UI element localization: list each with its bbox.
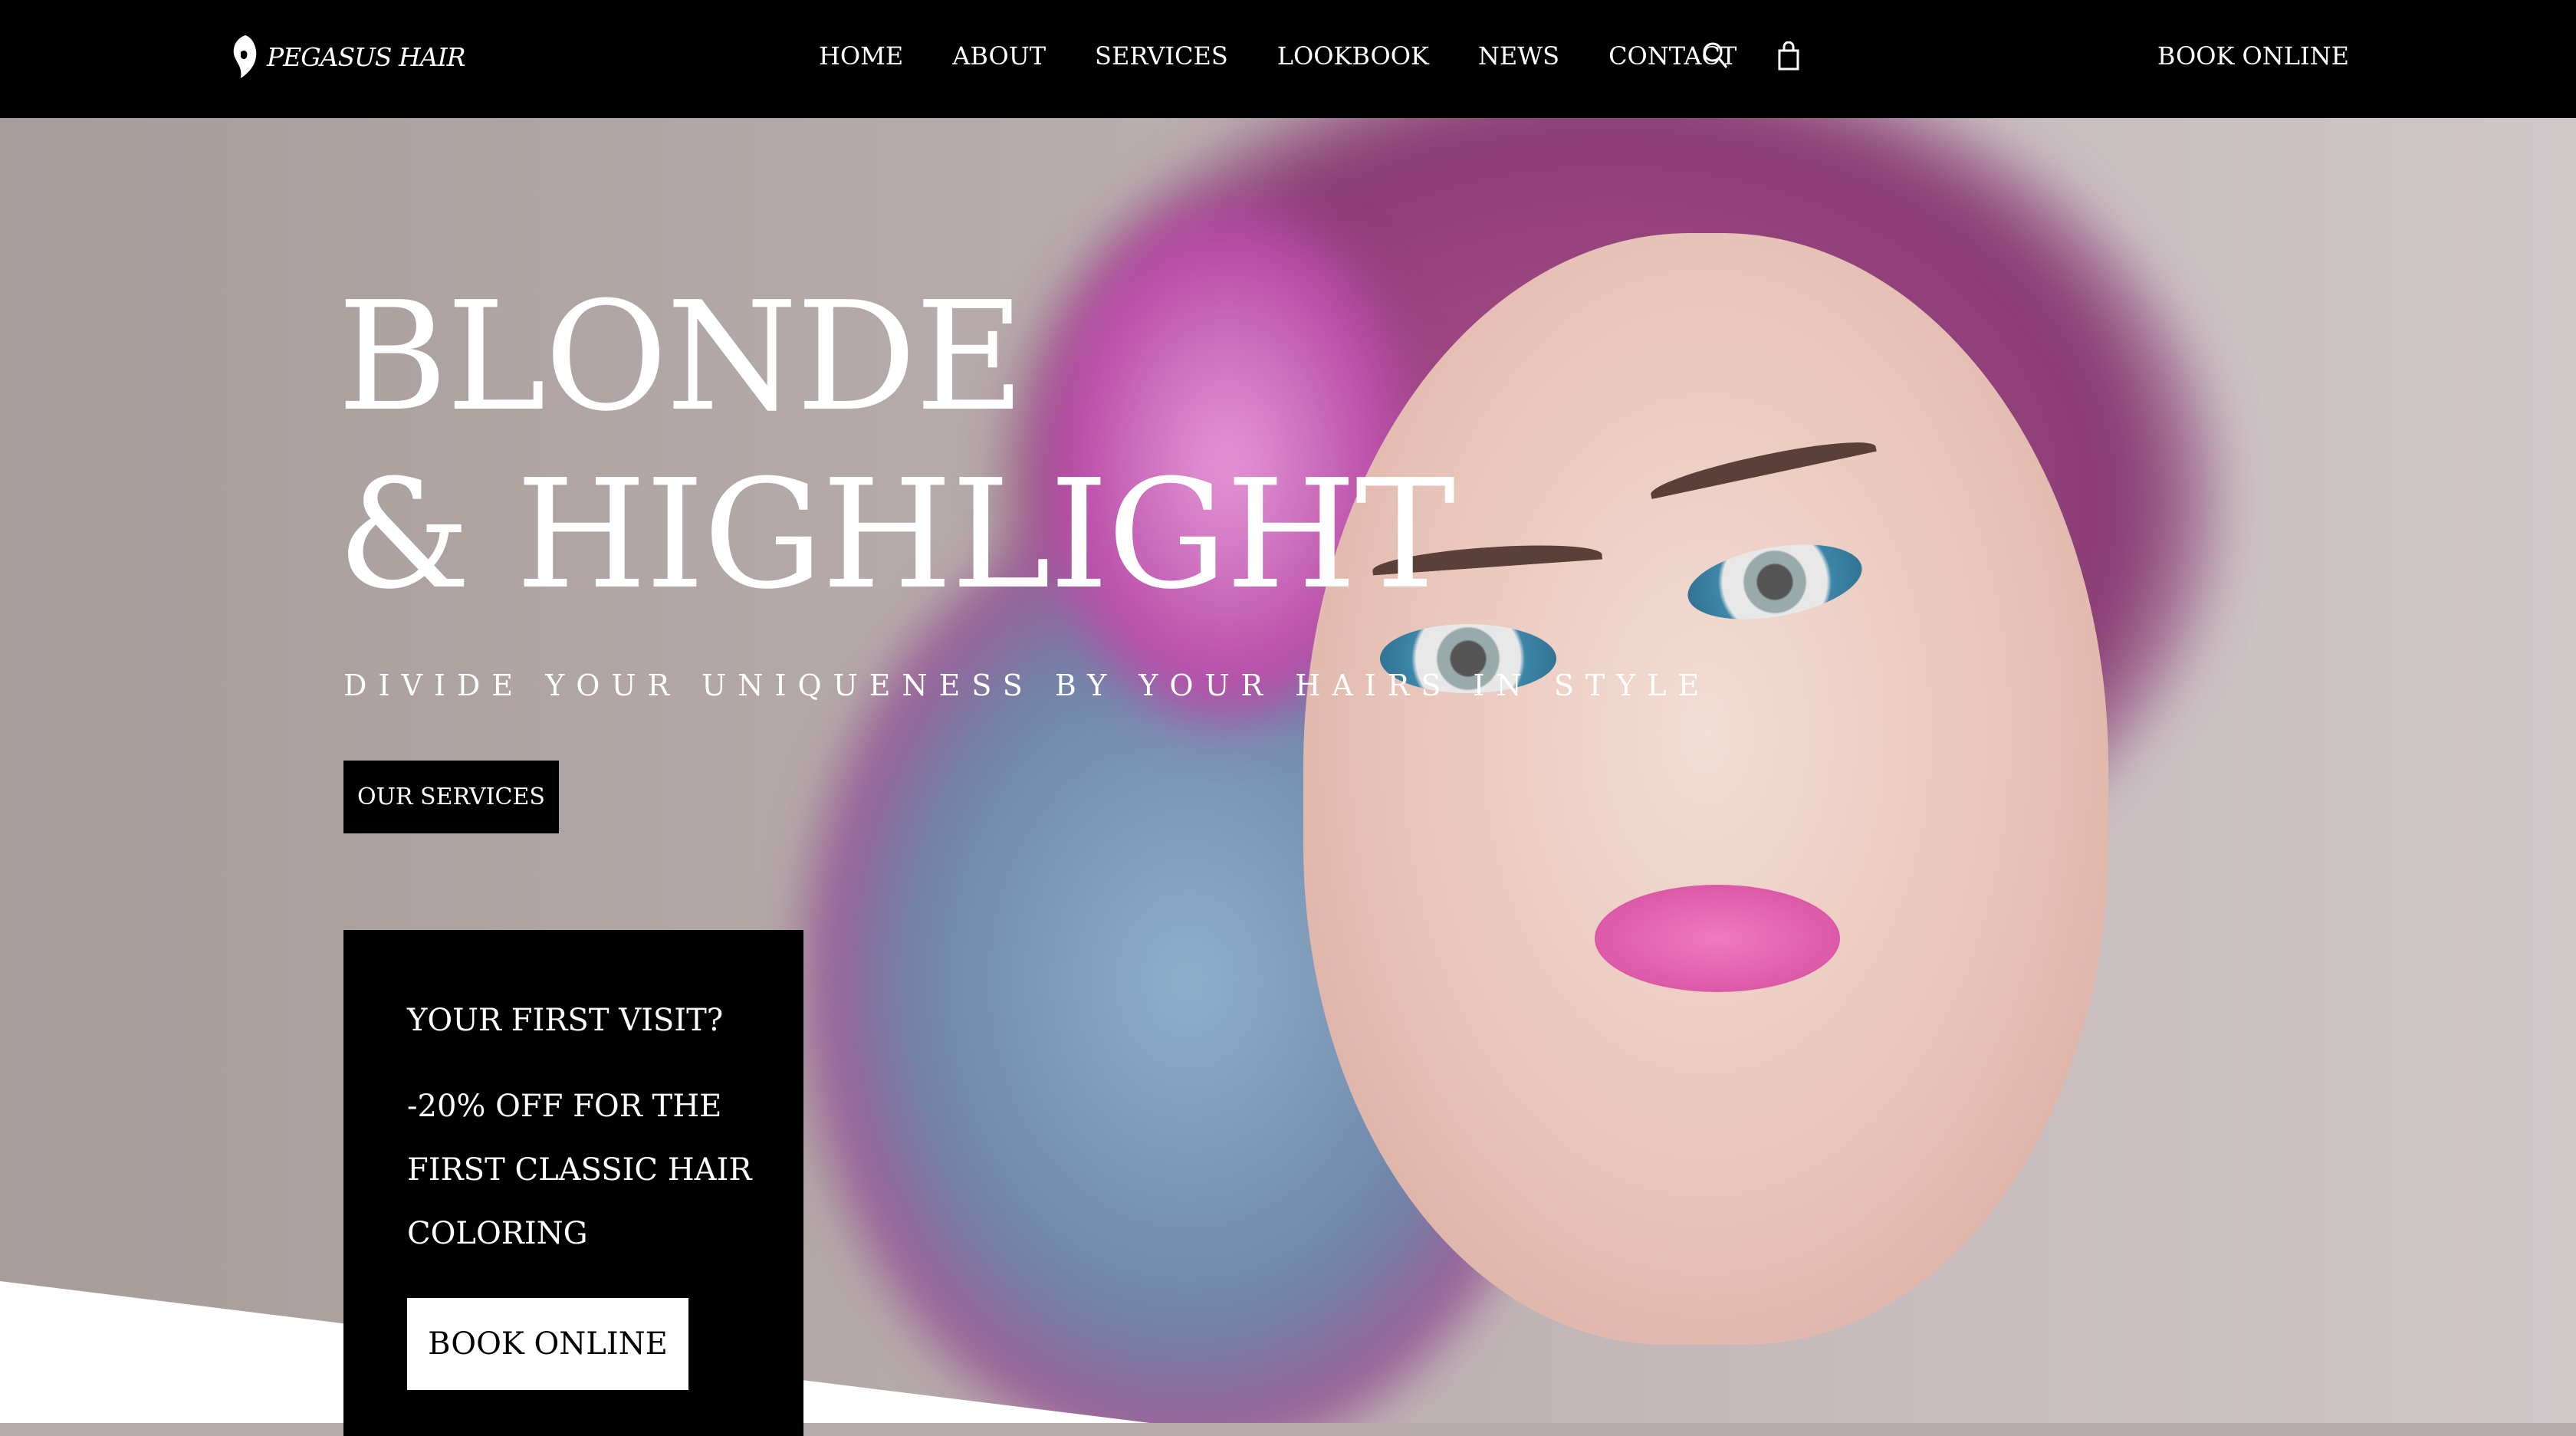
logo[interactable]: PEGASUS HAIR bbox=[230, 34, 465, 80]
nav-services[interactable]: SERVICES bbox=[1095, 41, 1228, 71]
nav-news[interactable]: NEWS bbox=[1478, 41, 1559, 71]
search-icon[interactable] bbox=[1702, 41, 1730, 72]
promo-line: -20% OFF FOR THE bbox=[407, 1089, 722, 1124]
nav-about[interactable]: ABOUT bbox=[952, 41, 1046, 71]
nav-home[interactable]: HOME bbox=[819, 41, 903, 71]
promo-line: FIRST CLASSIC HAIR bbox=[407, 1152, 752, 1188]
lips bbox=[1595, 885, 1840, 992]
nav-lookbook[interactable]: LOOKBOOK bbox=[1277, 41, 1429, 71]
hero-title-line1: BLONDE bbox=[337, 270, 1025, 445]
promo-book-online-button[interactable]: BOOK ONLINE bbox=[407, 1298, 688, 1390]
pegasus-logo-icon bbox=[233, 35, 257, 78]
hero-title-line2: & HIGHLIGHT bbox=[337, 448, 1455, 623]
hero-title: BLONDE & HIGHLIGHT bbox=[337, 268, 1455, 624]
hero-subtitle: DIVIDE YOUR UNIQUENESS BY YOUR HAIRS IN … bbox=[343, 669, 1711, 702]
main-menu: HOME ABOUT SERVICES LOOKBOOK NEWS CONTAC… bbox=[819, 41, 1737, 71]
promo-line: COLORING bbox=[407, 1216, 588, 1251]
first-visit-promo: YOUR FIRST VISIT? -20% OFF FOR THE FIRST… bbox=[343, 930, 803, 1436]
our-services-button[interactable]: OUR SERVICES bbox=[343, 761, 559, 833]
top-nav: PEGASUS HAIR HOME ABOUT SERVICES LOOKBOO… bbox=[0, 0, 2576, 118]
logo-text: PEGASUS HAIR bbox=[267, 41, 465, 72]
bag-icon[interactable] bbox=[1777, 41, 1800, 72]
nav-book-online[interactable]: BOOK ONLINE bbox=[2157, 41, 2349, 71]
promo-question: YOUR FIRST VISIT? bbox=[407, 1003, 724, 1038]
